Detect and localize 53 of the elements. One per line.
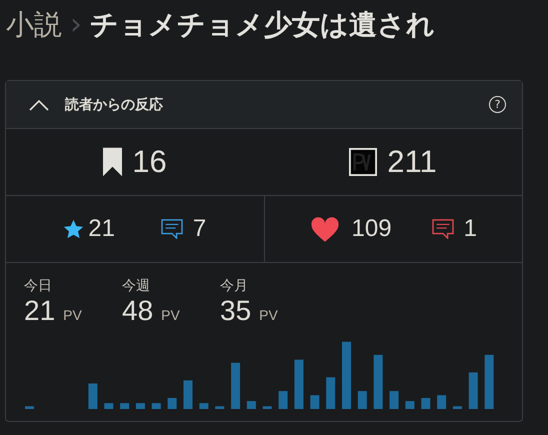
chart-bar: [294, 360, 304, 409]
chevron-icon[interactable]: [29, 98, 49, 110]
chart-bar: [184, 380, 192, 409]
chart-bar: [421, 398, 430, 409]
chart-bar: [342, 342, 351, 409]
chart-bar: [278, 391, 288, 409]
chart-bar: [231, 362, 240, 409]
chart-bar: [199, 403, 208, 409]
breadcrumb-link[interactable]: 小説: [6, 6, 62, 44]
panel-header[interactable]: 読者からの反応 ?: [6, 81, 522, 129]
count-value: 109: [352, 215, 392, 243]
count-value: 21: [88, 215, 115, 243]
pv-count: 48: [122, 295, 154, 327]
chart-bar: [215, 406, 224, 409]
pv-count: 35: [220, 295, 252, 327]
pv-unit: PV: [161, 307, 180, 323]
chart-bar: [390, 391, 399, 409]
chart-bar: [120, 403, 130, 409]
pv-unit: PV: [259, 307, 278, 323]
chart-bar: [484, 354, 494, 409]
bookmark-icon: [103, 147, 122, 177]
period-label: 今月: [220, 277, 249, 295]
pv-count: 21: [24, 295, 56, 327]
panel-title: 読者からの反応: [65, 96, 164, 114]
chart-bar: [310, 395, 320, 409]
chart-bar: [152, 403, 161, 409]
breadcrumb-separator: ›: [70, 7, 82, 42]
count-value: 211: [387, 144, 437, 180]
chart-bar: [468, 372, 478, 409]
chart-bar: [136, 403, 145, 409]
count-value: 7: [192, 215, 206, 243]
chart-bar: [104, 403, 114, 409]
pv-unit: PV: [63, 307, 82, 323]
help-icon[interactable]: ?: [489, 96, 506, 113]
period-label: 今週: [122, 277, 151, 295]
chart-bar: [405, 401, 414, 409]
chart-bar: [262, 406, 272, 409]
chart-bar: [25, 406, 34, 409]
pv-icon: [349, 148, 378, 176]
chart-bar: [358, 391, 367, 409]
chart-bar: [168, 398, 177, 409]
period-label: 今日: [24, 277, 53, 295]
page-title: チョメチョメ少女は遺され: [90, 7, 435, 43]
count-value: 16: [132, 144, 167, 180]
chart-bar: [374, 354, 383, 409]
chart-bar: [326, 377, 336, 409]
heart-icon: [310, 216, 340, 242]
count-value: 1: [464, 215, 477, 243]
chart-bar: [88, 383, 98, 409]
star-icon: [63, 218, 84, 240]
chart-bar: [452, 406, 462, 409]
chart-bar: [437, 395, 446, 409]
chart-bar: [246, 401, 256, 409]
